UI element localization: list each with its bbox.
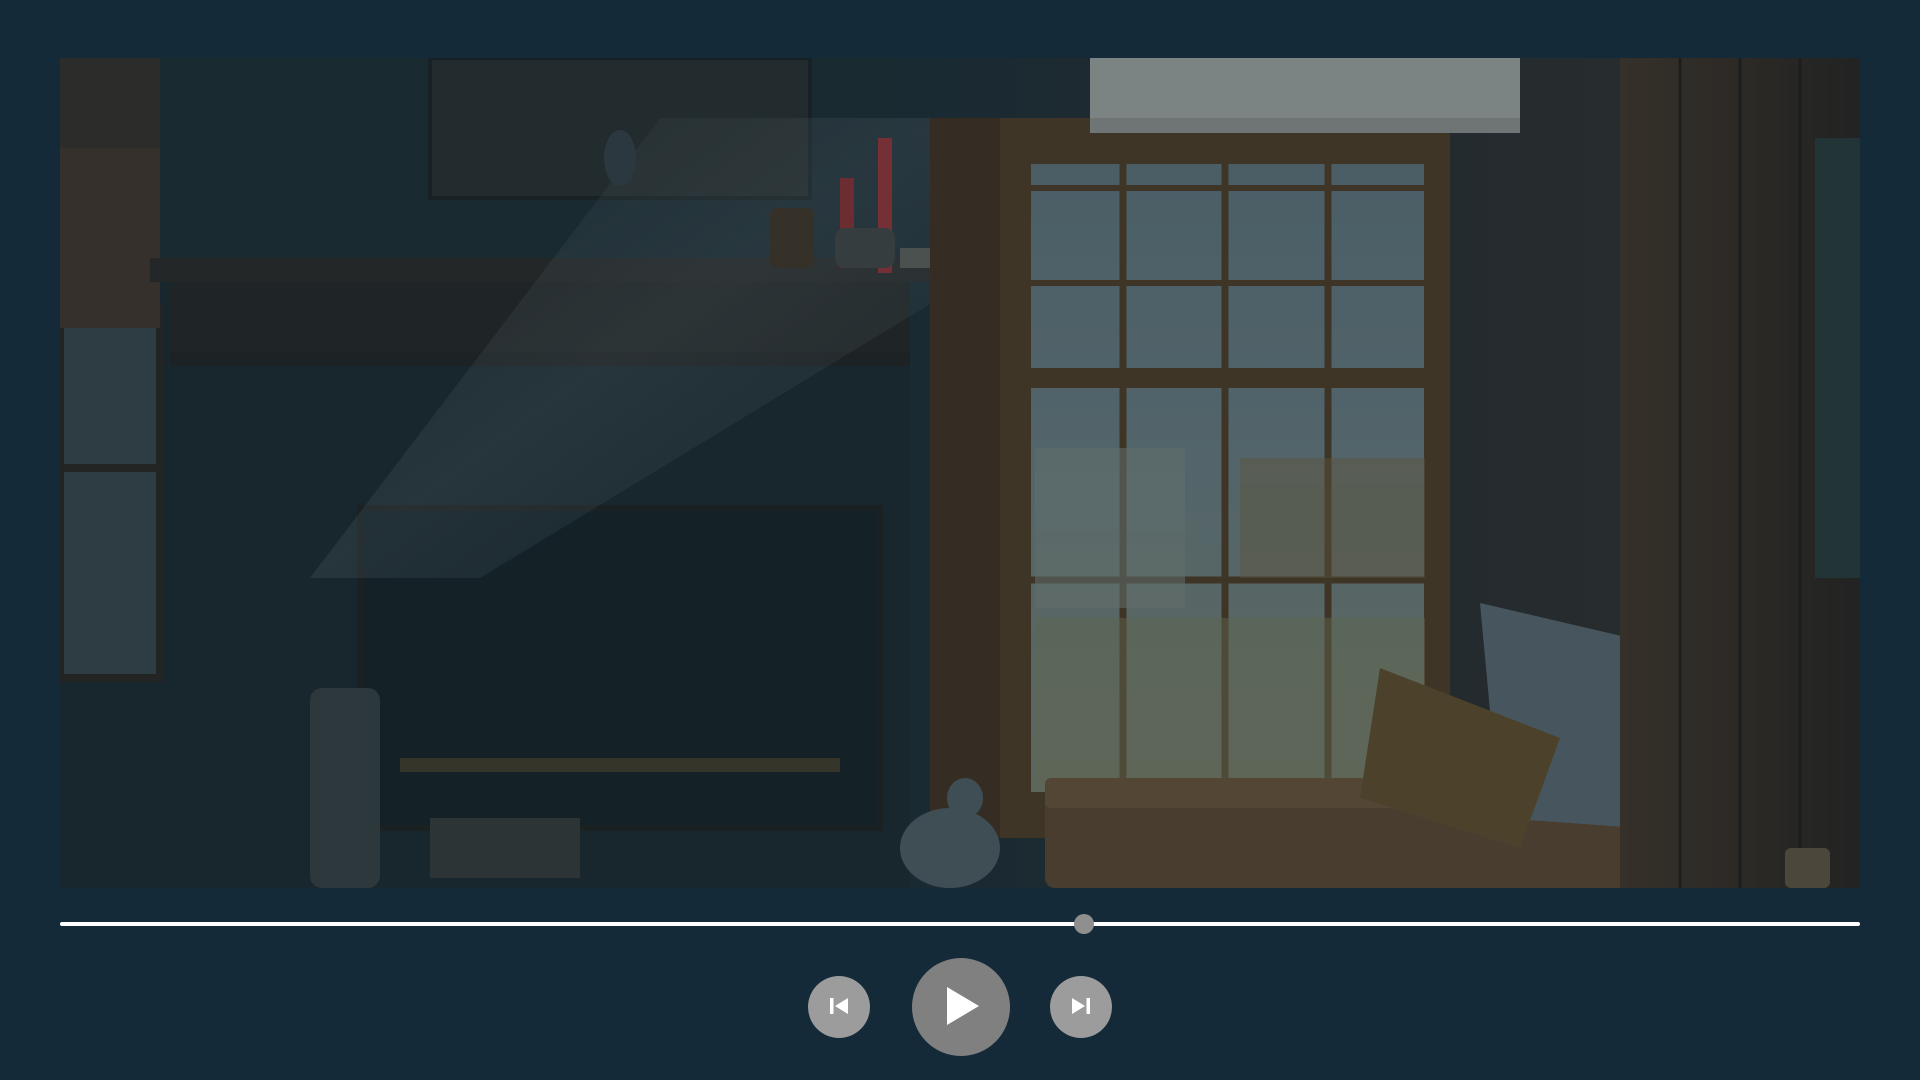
video-still-image bbox=[60, 58, 1860, 888]
skip-next-icon bbox=[1068, 993, 1094, 1022]
next-button[interactable] bbox=[1050, 976, 1112, 1038]
progress-bar[interactable] bbox=[60, 914, 1860, 934]
play-button[interactable] bbox=[912, 958, 1010, 1056]
previous-button[interactable] bbox=[808, 976, 870, 1038]
play-icon bbox=[941, 985, 981, 1030]
video-player bbox=[0, 0, 1920, 1080]
progress-handle[interactable] bbox=[1074, 914, 1095, 934]
skip-previous-icon bbox=[826, 993, 852, 1022]
video-frame[interactable] bbox=[60, 58, 1860, 888]
playback-controls bbox=[0, 958, 1920, 1058]
